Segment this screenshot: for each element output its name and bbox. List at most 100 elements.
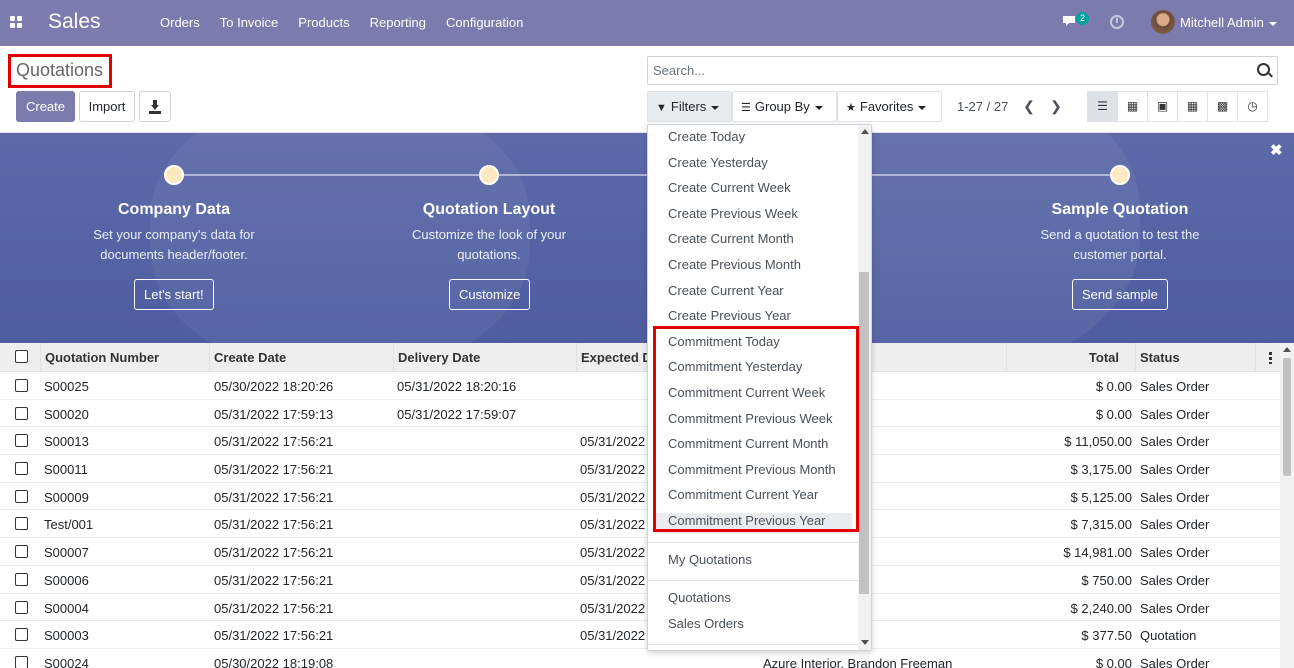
table-row[interactable]: Test/001 05/31/2022 17:56:21 05/31/2022 $ 7… xyxy=(0,510,1280,539)
create-date: 05/31/2022 17:56:21 xyxy=(214,600,334,616)
download-icon[interactable] xyxy=(139,91,171,122)
graph-view-icon[interactable]: ▩ xyxy=(1207,91,1238,122)
scroll-thumb[interactable] xyxy=(1283,358,1291,476)
filter-item-create[interactable]: Create Previous Week xyxy=(668,206,798,221)
filter-item-state[interactable]: Sales Orders xyxy=(668,616,744,631)
search-icon[interactable] xyxy=(1257,63,1270,76)
expected-date: 05/31/2022 xyxy=(580,462,646,478)
menu-item-configuration[interactable]: Configuration xyxy=(436,0,533,46)
row-checkbox[interactable] xyxy=(15,406,28,420)
row-checkbox[interactable] xyxy=(15,434,28,448)
filter-item-create[interactable]: Create Previous Year xyxy=(668,308,791,323)
quotation-number: S00025 xyxy=(44,379,89,394)
menu-item-orders[interactable]: Orders xyxy=(150,0,210,46)
table-row[interactable]: S00013 05/31/2022 17:56:21 05/31/2022 $ 11,… xyxy=(0,427,1280,456)
table-row[interactable]: S00025 05/30/2022 18:20:26 05/31/2022 18:2… xyxy=(0,372,1280,400)
row-checkbox[interactable] xyxy=(15,379,28,392)
activity-clock-icon[interactable] xyxy=(1110,15,1124,29)
main-menu: Orders To Invoice Products Reporting Con… xyxy=(150,0,533,46)
expected-date: 05/31/2022 xyxy=(580,545,646,561)
menu-item-to-invoice[interactable]: To Invoice xyxy=(210,0,289,46)
pager-value[interactable]: 1-27 / 27 xyxy=(957,99,1008,114)
filter-item-create[interactable]: Create Yesterday xyxy=(668,155,768,170)
table-row[interactable]: S00007 05/31/2022 17:56:21 05/31/2022 $ 14,… xyxy=(0,538,1280,566)
user-avatar[interactable] xyxy=(1151,10,1175,34)
filters-button[interactable]: ▼ Filters xyxy=(647,91,732,122)
table-row[interactable]: S00009 05/31/2022 17:56:21 05/31/2022 $ 5,1… xyxy=(0,483,1280,511)
dropdown-scrollbar[interactable] xyxy=(858,125,871,650)
column-header[interactable]: Create Date xyxy=(214,350,286,365)
status: Sales Order xyxy=(1140,379,1210,394)
filter-item-my-quotations[interactable]: My Quotations xyxy=(668,552,752,567)
dropdown-divider xyxy=(648,580,858,582)
apps-menu-icon[interactable] xyxy=(10,16,22,28)
row-checkbox[interactable] xyxy=(15,545,28,559)
search-box xyxy=(647,56,1278,85)
column-header[interactable]: Delivery Date xyxy=(398,350,480,365)
filters-dropdown: Create Today Create Yesterday Create Curre… xyxy=(647,124,872,651)
view-switcher: ☰ ▦ ▣ ▦ ▩ ◷ xyxy=(1087,91,1268,122)
row-checkbox[interactable] xyxy=(15,462,28,476)
step-description: Set your company's data for documents he… xyxy=(93,227,255,262)
list-view-icon[interactable]: ☰ xyxy=(1087,91,1118,122)
filter-item-create[interactable]: Create Previous Month xyxy=(668,257,801,272)
column-header[interactable]: Status xyxy=(1140,350,1180,365)
row-checkbox[interactable] xyxy=(15,572,28,586)
close-icon[interactable]: ✖ xyxy=(1270,141,1283,159)
next-page-icon[interactable]: ❯ xyxy=(1048,98,1064,114)
quotation-number: S00024 xyxy=(44,655,89,668)
create-date: 05/31/2022 17:56:21 xyxy=(214,545,334,561)
column-options-icon[interactable] xyxy=(1269,352,1272,364)
filter-item-state[interactable]: Quotations xyxy=(668,590,731,605)
column-header[interactable]: Expected D xyxy=(581,350,652,365)
chat-icon[interactable] xyxy=(1062,15,1076,27)
scroll-down-icon[interactable] xyxy=(861,640,869,645)
scroll-up-icon[interactable] xyxy=(861,129,869,134)
status: Sales Order xyxy=(1140,462,1210,478)
kanban-view-icon[interactable]: ▦ xyxy=(1117,91,1148,122)
row-checkbox[interactable] xyxy=(15,600,28,614)
create-button[interactable]: Create xyxy=(16,91,75,122)
pivot-view-icon[interactable]: ▦ xyxy=(1177,91,1208,122)
app-name[interactable]: Sales xyxy=(48,10,101,34)
scroll-up-icon[interactable] xyxy=(1283,347,1291,352)
menu-item-products[interactable]: Products xyxy=(288,0,359,46)
menu-item-reporting[interactable]: Reporting xyxy=(360,0,436,46)
page-scrollbar[interactable] xyxy=(1280,343,1294,668)
table-row[interactable]: S00006 05/31/2022 17:56:21 05/31/2022 $ 750… xyxy=(0,565,1280,594)
calendar-view-icon[interactable]: ▣ xyxy=(1147,91,1178,122)
row-checkbox[interactable] xyxy=(15,517,28,531)
activity-view-icon[interactable]: ◷ xyxy=(1237,91,1268,122)
table-row[interactable]: S00020 05/31/2022 17:59:13 05/31/2022 17:5… xyxy=(0,399,1280,428)
filter-item-create[interactable]: Create Current Week xyxy=(668,180,791,195)
dropdown-divider xyxy=(648,644,858,646)
previous-page-icon[interactable]: ❮ xyxy=(1021,98,1037,114)
row-checkbox[interactable] xyxy=(15,655,28,668)
row-checkbox[interactable] xyxy=(15,489,28,503)
column-header[interactable]: Total xyxy=(1011,350,1119,365)
filter-item-create[interactable]: Create Current Year xyxy=(668,283,784,298)
table-row[interactable]: S00024 05/30/2022 18:19:08 Azure Interior,… xyxy=(0,649,1280,668)
column-header[interactable]: Quotation Number xyxy=(45,350,159,365)
user-menu[interactable]: Mitchell Admin xyxy=(1180,15,1277,30)
table-row[interactable]: S00011 05/31/2022 17:56:21 05/31/2022 $ 3,1… xyxy=(0,455,1280,483)
send-sample-button[interactable]: Send sample xyxy=(1072,279,1168,310)
step-sample-quotation: Sample Quotation Send a quotation to tes… xyxy=(1000,201,1240,265)
row-checkbox[interactable] xyxy=(15,628,28,642)
step-description: Send a quotation to test the customer po… xyxy=(1040,227,1200,262)
customize-button[interactable]: Customize xyxy=(449,279,531,310)
favorites-button[interactable]: ★ Favorites xyxy=(837,91,942,122)
scroll-thumb[interactable] xyxy=(859,272,869,594)
search-input[interactable] xyxy=(648,57,1238,84)
select-all-checkbox[interactable] xyxy=(15,350,28,363)
filter-item-create[interactable]: Create Current Month xyxy=(668,231,794,246)
lets-start-button[interactable]: Let's start! xyxy=(134,279,214,310)
table-row[interactable]: S00003 05/31/2022 17:56:21 05/31/2022 $ 377… xyxy=(0,621,1280,649)
total: $ 2,240.00 xyxy=(1070,600,1132,616)
group-by-button[interactable]: ☰ Group By xyxy=(732,91,837,122)
filter-item-create[interactable]: Create Today xyxy=(668,129,745,144)
total: $ 0.00 xyxy=(1095,655,1132,668)
table-row[interactable]: S00004 05/31/2022 17:56:21 05/31/2022 $ 2,2… xyxy=(0,594,1280,622)
import-button[interactable]: Import xyxy=(79,91,135,122)
chevron-down-icon xyxy=(814,105,823,110)
